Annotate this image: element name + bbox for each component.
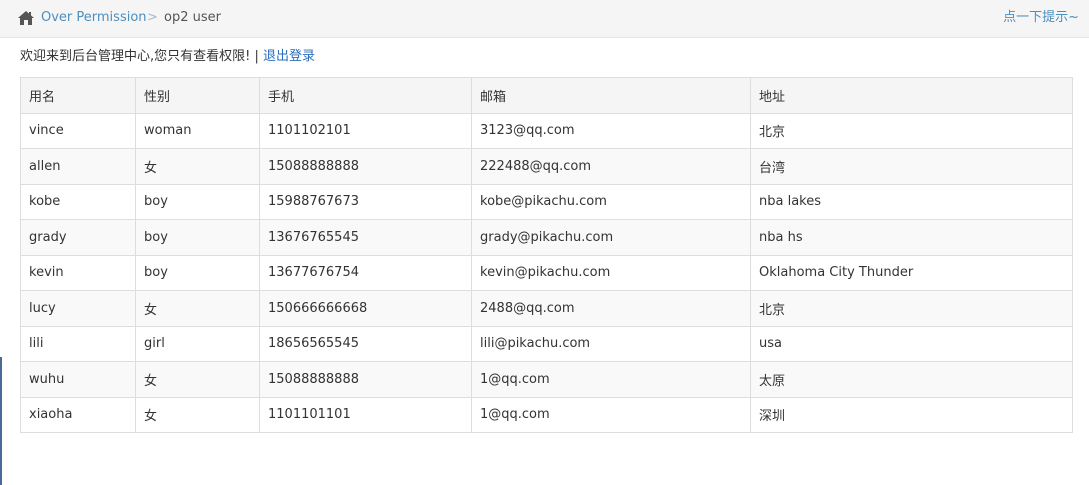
cell-name: allen: [20, 148, 136, 185]
breadcrumb-link-over-permission[interactable]: Over Permission: [41, 10, 147, 26]
cell-email: 222488@qq.com: [471, 148, 751, 185]
user-table-container: 用名 性别 手机 邮箱 地址 vince woman 1101102101 31…: [20, 77, 1073, 433]
cell-phone: 1101102101: [259, 112, 472, 149]
table-row: kobe boy 15988767673 kobe@pikachu.com nb…: [20, 183, 1073, 220]
column-header-phone: 手机: [259, 77, 472, 114]
cell-address: 台湾: [750, 148, 1073, 185]
table-row: grady boy 13676765545 grady@pikachu.com …: [20, 219, 1073, 256]
cell-address: nba lakes: [750, 183, 1073, 220]
cell-phone: 15988767673: [259, 183, 472, 220]
cell-address: usa: [750, 325, 1073, 362]
hint-link[interactable]: 点一下提示~: [1003, 10, 1079, 26]
cell-name: kobe: [20, 183, 136, 220]
column-header-gender: 性别: [135, 77, 260, 114]
cell-gender: 女: [135, 361, 260, 398]
cell-email: lili@pikachu.com: [471, 325, 751, 362]
cell-email: 1@qq.com: [471, 396, 751, 433]
table-row: allen 女 15088888888 222488@qq.com 台湾: [20, 148, 1073, 185]
welcome-message: 欢迎来到后台管理中心,您只有查看权限! | 退出登录: [20, 49, 315, 65]
table-header-row: 用名 性别 手机 邮箱 地址: [20, 77, 1073, 114]
chevron-right-icon: >: [147, 10, 158, 25]
breadcrumb-current: op2 user: [164, 10, 221, 25]
cell-gender: boy: [135, 219, 260, 256]
cell-gender: 女: [135, 396, 260, 433]
cell-address: 深圳: [750, 396, 1073, 433]
cell-email: 2488@qq.com: [471, 290, 751, 327]
cell-address: 北京: [750, 290, 1073, 327]
cell-gender: 女: [135, 290, 260, 327]
left-edge-divider: [0, 357, 2, 485]
table-row: wuhu 女 15088888888 1@qq.com 太原: [20, 361, 1073, 398]
cell-phone: 1101101101: [259, 396, 472, 433]
cell-name: kevin: [20, 254, 136, 291]
cell-address: 太原: [750, 361, 1073, 398]
cell-email: grady@pikachu.com: [471, 219, 751, 256]
welcome-separator: |: [254, 49, 259, 64]
table-row: kevin boy 13677676754 kevin@pikachu.com …: [20, 254, 1073, 291]
cell-address: Oklahoma City Thunder: [750, 254, 1073, 291]
cell-name: lili: [20, 325, 136, 362]
cell-gender: 女: [135, 148, 260, 185]
cell-gender: boy: [135, 254, 260, 291]
cell-name: wuhu: [20, 361, 136, 398]
user-table: 用名 性别 手机 邮箱 地址 vince woman 1101102101 31…: [20, 77, 1073, 433]
table-row: xiaoha 女 1101101101 1@qq.com 深圳: [20, 396, 1073, 433]
cell-email: kevin@pikachu.com: [471, 254, 751, 291]
cell-phone: 13677676754: [259, 254, 472, 291]
cell-phone: 15088888888: [259, 148, 472, 185]
table-row: vince woman 1101102101 3123@qq.com 北京: [20, 112, 1073, 149]
column-header-name: 用名: [20, 77, 136, 114]
cell-gender: boy: [135, 183, 260, 220]
cell-email: kobe@pikachu.com: [471, 183, 751, 220]
cell-gender: girl: [135, 325, 260, 362]
cell-phone: 150666666668: [259, 290, 472, 327]
cell-address: 北京: [750, 112, 1073, 149]
cell-email: 1@qq.com: [471, 361, 751, 398]
cell-name: vince: [20, 112, 136, 149]
welcome-text: 欢迎来到后台管理中心,您只有查看权限!: [20, 49, 251, 64]
home-icon[interactable]: [17, 10, 35, 26]
cell-name: grady: [20, 219, 136, 256]
cell-phone: 13676765545: [259, 219, 472, 256]
cell-phone: 15088888888: [259, 361, 472, 398]
table-row: lucy 女 150666666668 2488@qq.com 北京: [20, 290, 1073, 327]
logout-link[interactable]: 退出登录: [263, 49, 315, 64]
cell-name: xiaoha: [20, 396, 136, 433]
cell-name: lucy: [20, 290, 136, 327]
cell-email: 3123@qq.com: [471, 112, 751, 149]
cell-phone: 18656565545: [259, 325, 472, 362]
cell-gender: woman: [135, 112, 260, 149]
breadcrumb: Over Permission > op2 user 点一下提示~: [0, 0, 1089, 38]
cell-address: nba hs: [750, 219, 1073, 256]
column-header-address: 地址: [750, 77, 1073, 114]
table-row: lili girl 18656565545 lili@pikachu.com u…: [20, 325, 1073, 362]
column-header-email: 邮箱: [471, 77, 751, 114]
